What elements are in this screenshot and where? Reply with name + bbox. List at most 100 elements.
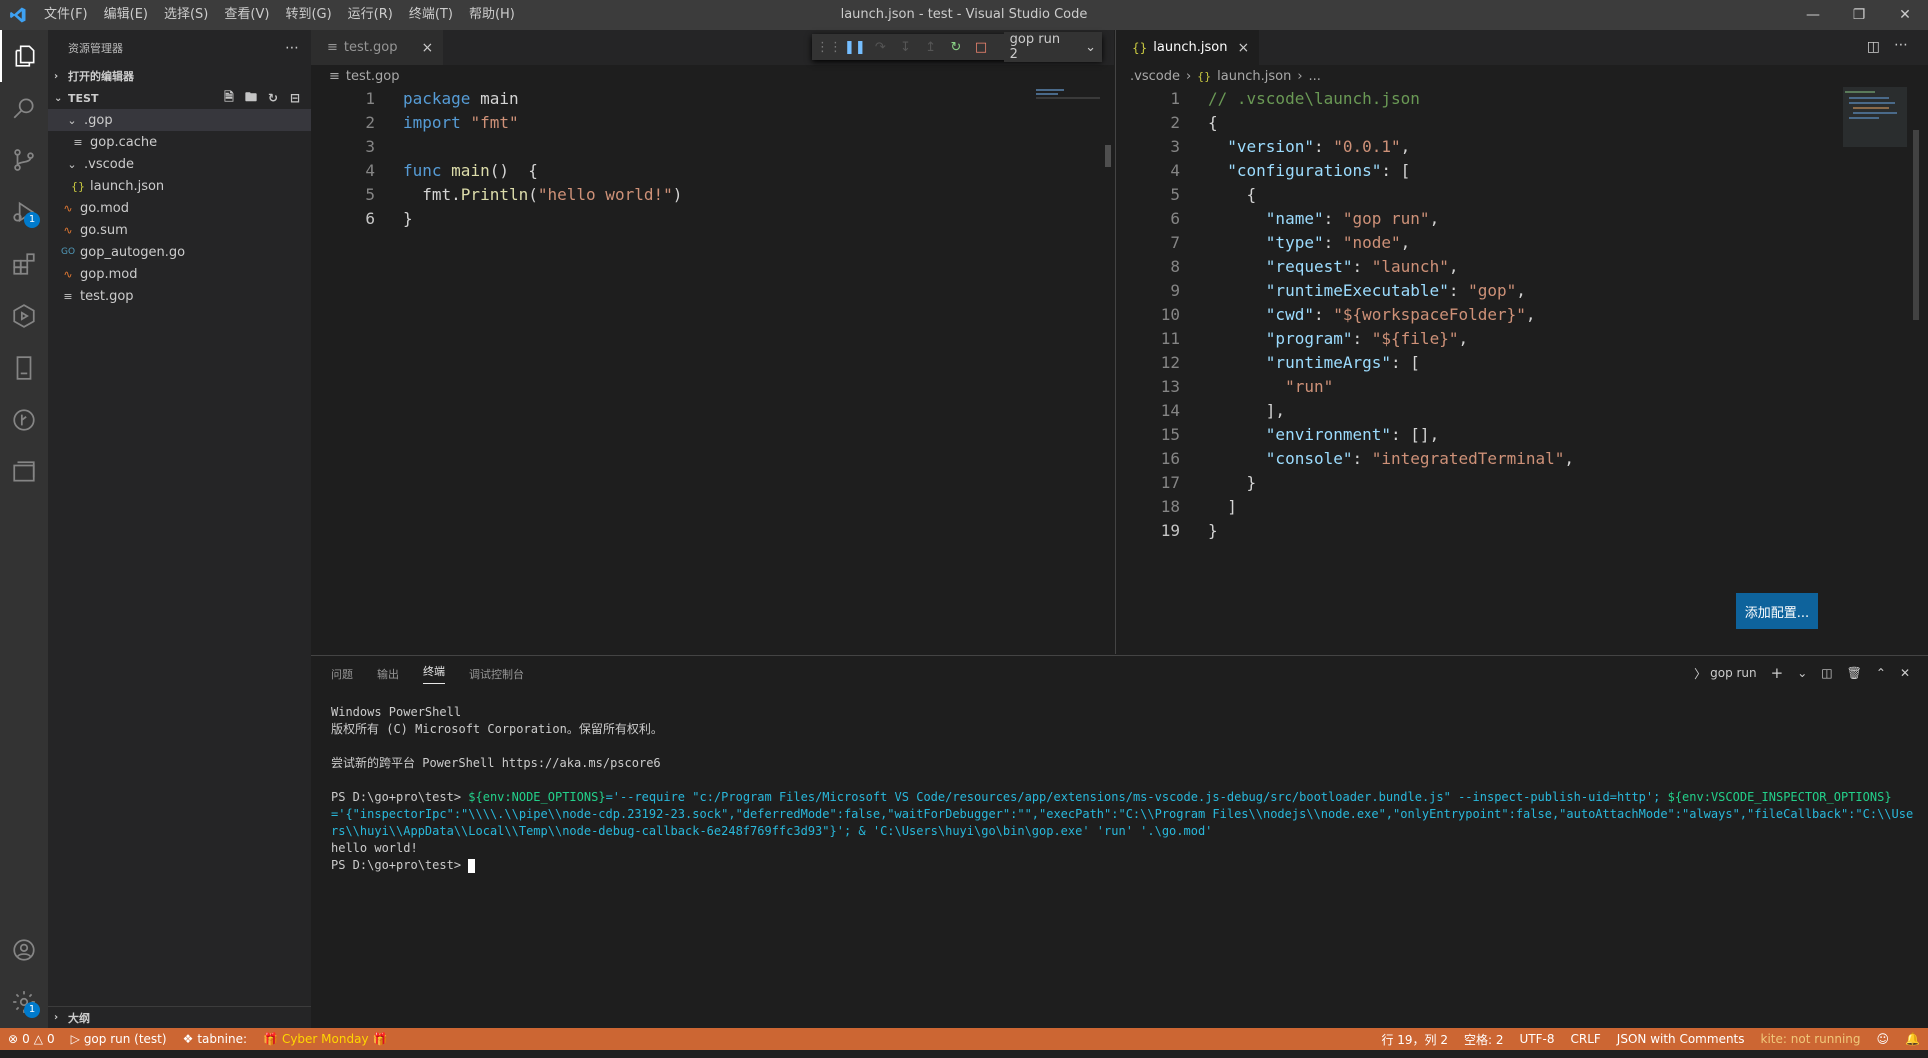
code-editor-right[interactable]: 1// .vscode\launch.json 2{3 "version": "0… — [1116, 87, 1928, 543]
tree-item-gop-autogen[interactable]: GO gop_autogen.go — [48, 241, 311, 263]
code-line[interactable]: 9 "runtimeExecutable": "gop", — [1116, 279, 1928, 303]
code-line[interactable]: 13 "run" — [1116, 375, 1928, 399]
refresh-icon[interactable]: ↻ — [265, 90, 281, 106]
pause-icon[interactable]: ❚❚ — [844, 36, 866, 58]
chevron-down-icon[interactable]: ⌄ — [1797, 666, 1807, 680]
code-line[interactable]: 18 ] — [1116, 495, 1928, 519]
menu-selection[interactable]: 选择(S) — [156, 0, 216, 30]
tree-item-vscode-folder[interactable]: ⌄ .vscode — [48, 153, 311, 175]
remote-explorer-icon[interactable] — [0, 342, 48, 394]
restore-icon[interactable]: ❐ — [1836, 0, 1882, 30]
add-configuration-button[interactable]: 添加配置... — [1736, 593, 1818, 629]
tree-item-go-sum[interactable]: ∿ go.sum — [48, 219, 311, 241]
run-debug-icon[interactable]: 1 — [0, 186, 48, 238]
menu-help[interactable]: 帮助(H) — [461, 0, 523, 30]
code-line[interactable]: 6} — [311, 207, 1114, 231]
code-editor-left[interactable]: 1 package main 2 import "fmt" 3 4 func main() … — [311, 87, 1114, 231]
code-line[interactable]: 2{ — [1116, 111, 1928, 135]
trash-icon[interactable]: 🗑 — [1847, 666, 1862, 680]
code-line[interactable]: 1 // .vscode\launch.json — [1116, 87, 1928, 111]
minimize-icon[interactable]: — — [1790, 0, 1836, 30]
code-line[interactable]: 10 "cwd": "${workspaceFolder}", — [1116, 303, 1928, 327]
tree-item-launch-json[interactable]: {} launch.json — [48, 175, 311, 197]
code-line[interactable]: 11 "program": "${file}", — [1116, 327, 1928, 351]
tree-item-gop-folder[interactable]: ⌄ .gop — [48, 109, 311, 131]
collapse-all-icon[interactable]: ⊟ — [287, 90, 303, 106]
split-terminal-icon[interactable]: ◫ — [1821, 666, 1832, 680]
breadcrumb-item[interactable]: test.gop — [346, 69, 400, 84]
code-line[interactable]: 2 import "fmt" — [311, 111, 1114, 135]
code-line[interactable]: 7 "type": "node", — [1116, 231, 1928, 255]
terminal-selector[interactable]: 〉 gop run — [1694, 665, 1757, 682]
menu-view[interactable]: 查看(V) — [216, 0, 277, 30]
code-line[interactable]: 16 "console": "integratedTerminal", — [1116, 447, 1928, 471]
tab-test-gop[interactable]: ≡ test.gop × — [311, 30, 444, 65]
split-editor-icon[interactable]: ◫ — [1867, 39, 1880, 55]
tree-item-gop-cache[interactable]: ≡ gop.cache — [48, 131, 311, 153]
tree-item-test-gop[interactable]: ≡ test.gop — [48, 285, 311, 307]
menu-terminal[interactable]: 终端(T) — [401, 0, 461, 30]
source-control-icon[interactable] — [0, 134, 48, 186]
chevron-up-icon[interactable]: ⌃ — [1876, 666, 1886, 680]
code-line[interactable]: 14 ], — [1116, 399, 1928, 423]
code-line[interactable]: 19} — [1116, 519, 1928, 543]
minimap-left[interactable] — [1036, 87, 1106, 147]
indentation[interactable]: 空格: 2 — [1456, 1031, 1512, 1048]
code-line[interactable]: 4 "configurations": [ — [1116, 159, 1928, 183]
end-of-line[interactable]: CRLF — [1562, 1032, 1608, 1046]
search-icon[interactable] — [0, 82, 48, 134]
tabnine-status[interactable]: ❖ tabnine: — [175, 1032, 255, 1046]
code-line[interactable]: 12 "runtimeArgs": [ — [1116, 351, 1928, 375]
code-line[interactable]: 15 "environment": [], — [1116, 423, 1928, 447]
tab-debug-console[interactable]: 调试控制台 — [469, 666, 524, 682]
new-folder-icon[interactable]: 🖿 — [243, 90, 259, 106]
code-line[interactable]: 5 fmt.Println("hello world!") — [311, 183, 1114, 207]
close-icon[interactable]: × — [1237, 40, 1249, 56]
tree-item-gop-mod[interactable]: ∿ gop.mod — [48, 263, 311, 285]
code-line[interactable]: 4 func main() { — [311, 159, 1114, 183]
tree-item-go-mod[interactable]: ∿ go.mod — [48, 197, 311, 219]
open-editors-section[interactable]: › 打开的编辑器 — [48, 65, 311, 87]
menu-edit[interactable]: 编辑(E) — [96, 0, 156, 30]
extensions-icon[interactable] — [0, 238, 48, 290]
account-icon[interactable] — [0, 924, 48, 976]
tab-problems[interactable]: 问题 — [331, 666, 353, 682]
breadcrumb-item[interactable]: ... — [1309, 69, 1321, 84]
code-line[interactable]: 8 "request": "launch", — [1116, 255, 1928, 279]
code-line[interactable]: 5 { — [1116, 183, 1928, 207]
scrollbar-left[interactable] — [1105, 145, 1111, 167]
menu-file[interactable]: 文件(F) — [36, 0, 96, 30]
more-actions-icon[interactable]: ⋯ — [285, 40, 299, 56]
debug-config-select[interactable]: gop run 2 ⌄ — [1003, 32, 1102, 62]
close-icon[interactable]: × — [421, 40, 433, 56]
tab-output[interactable]: 输出 — [377, 666, 399, 682]
code-line[interactable]: 3 "version": "0.0.1", — [1116, 135, 1928, 159]
close-panel-icon[interactable]: ✕ — [1900, 666, 1910, 680]
breadcrumb-item[interactable]: launch.json — [1217, 69, 1291, 84]
explorer-icon[interactable] — [0, 30, 48, 82]
menu-go[interactable]: 转到(G) — [277, 0, 339, 30]
kite-status[interactable]: kite: not running — [1753, 1032, 1869, 1046]
cursor-position[interactable]: 行 19，列 2 — [1373, 1031, 1456, 1048]
code-line[interactable]: 17 } — [1116, 471, 1928, 495]
new-terminal-icon[interactable]: + — [1771, 664, 1784, 682]
tab-terminal[interactable]: 终端 — [423, 663, 445, 684]
problems-status[interactable]: ⊗ 0 △ 0 — [0, 1032, 63, 1046]
scrollbar-right[interactable] — [1913, 130, 1919, 320]
browser-icon[interactable] — [0, 446, 48, 498]
outline-section[interactable]: › 大纲 — [48, 1006, 311, 1028]
drag-handle-icon[interactable]: ⋮⋮ — [816, 36, 842, 58]
terminal-output[interactable]: Windows PowerShell 版权所有 (C) Microsoft Cor… — [331, 704, 1918, 874]
git-history-icon[interactable] — [0, 394, 48, 446]
deploy-icon[interactable] — [0, 290, 48, 342]
code-line[interactable]: 6 "name": "gop run", — [1116, 207, 1928, 231]
more-actions-icon[interactable]: ⋯ — [1894, 37, 1908, 53]
bell-icon[interactable]: 🔔 — [1897, 1032, 1928, 1046]
menu-run[interactable]: 运行(R) — [340, 0, 401, 30]
promo-status[interactable]: 🎁 Cyber Monday 🎁 — [255, 1032, 396, 1046]
step-over-icon[interactable]: ↷ — [870, 36, 891, 58]
code-line[interactable]: 1 package main — [311, 87, 1114, 111]
step-out-icon[interactable]: ↥ — [920, 36, 941, 58]
close-window-icon[interactable]: ✕ — [1882, 0, 1928, 30]
feedback-icon[interactable]: ☺ — [1869, 1032, 1898, 1046]
